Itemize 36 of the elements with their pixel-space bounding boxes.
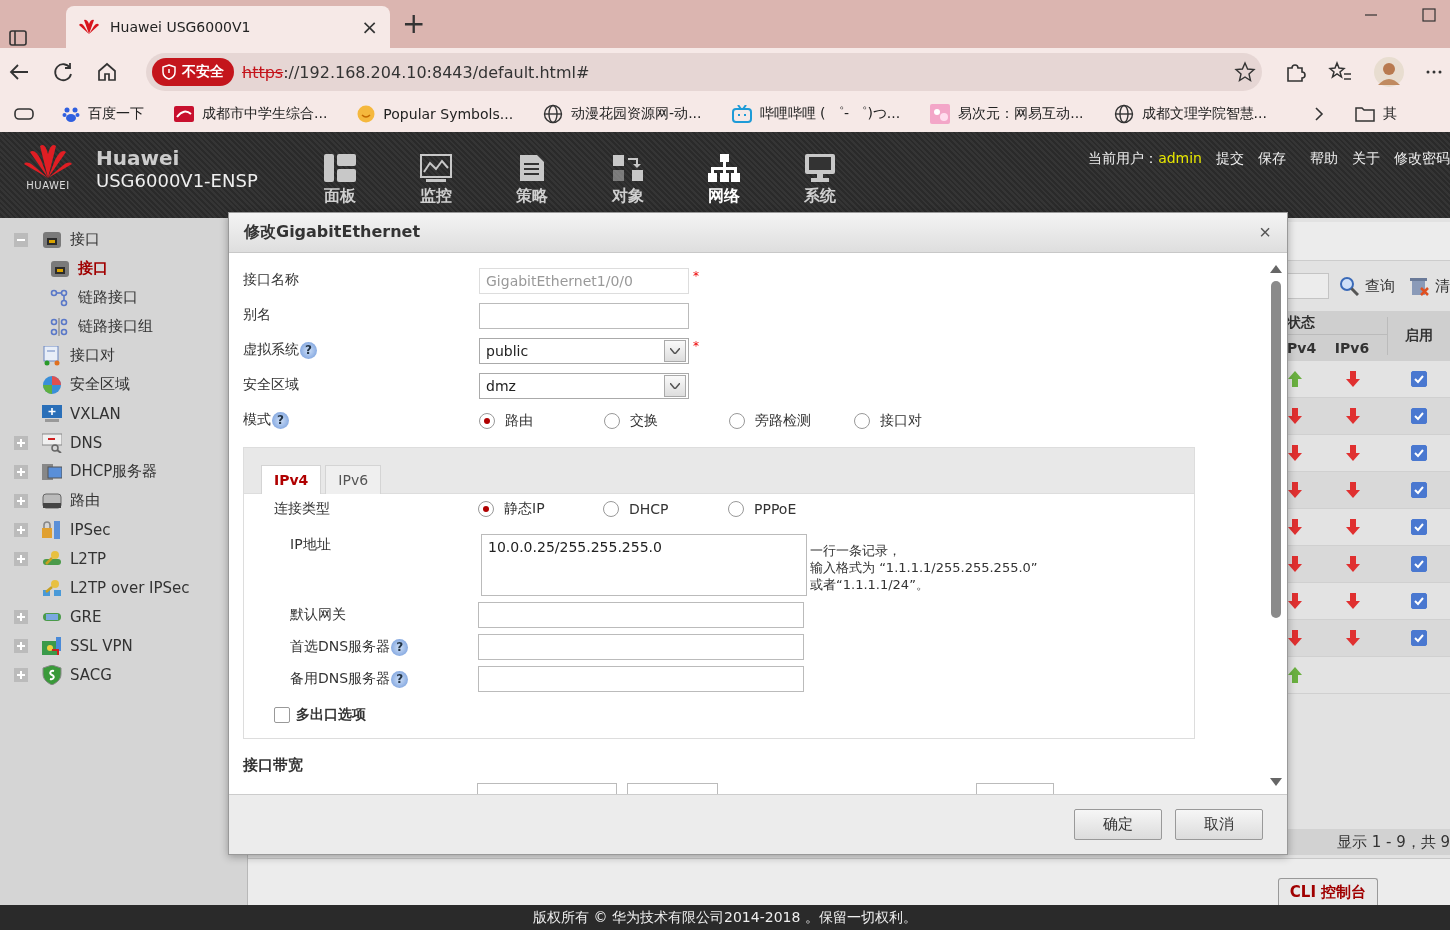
- column-header: 启用: [1387, 317, 1450, 355]
- field-label: 接口名称: [243, 270, 300, 289]
- field-label: 默认网关: [289, 606, 347, 624]
- section-title: 接口带宽: [243, 756, 304, 775]
- hint-text: 或者“1.1.1.1/24”。: [810, 576, 929, 593]
- field-label: 模式 ?: [243, 403, 479, 429]
- column-header: IPv6: [1333, 340, 1371, 356]
- field-label: 别名: [243, 305, 272, 324]
- radio-label: 接口对: [880, 411, 922, 430]
- url-text: https://192.168.204.10:8443/default.html#: [242, 62, 591, 82]
- column-header: Pv4: [1287, 340, 1317, 356]
- radio-label: 路由: [505, 411, 533, 430]
- field-label: IP地址: [289, 535, 332, 554]
- dialog-title: 修改GigabitEthernet: [244, 222, 422, 243]
- logo-text: HUAWEI: [26, 180, 70, 191]
- required-mark: *: [693, 269, 699, 283]
- brand-name: Huawei: [96, 146, 181, 170]
- field-label: 备用DNS服务器 ?: [244, 670, 478, 688]
- copyright-text: 版权所有 © 华为技术有限公司2014-2018 。保留一切权利。: [533, 908, 917, 927]
- hint-text: 一行一条记录，: [810, 542, 901, 559]
- field-label: 虚拟系统 ?: [243, 333, 479, 359]
- tab-title: Huawei USG6000V1: [110, 19, 252, 35]
- security-label: 不安全: [182, 63, 224, 81]
- radio-label: 旁路检测: [755, 411, 811, 430]
- radio-label: DHCP: [629, 501, 669, 517]
- field-label: 安全区域: [243, 375, 300, 394]
- product-name: USG6000V1-ENSP: [96, 170, 259, 191]
- field-label: 首选DNS服务器 ?: [244, 638, 478, 656]
- radio-label: 交换: [630, 411, 658, 430]
- required-mark: *: [693, 339, 699, 353]
- radio-label: 静态IP: [504, 500, 545, 518]
- pager-text: 显示 1 - 9，共 9: [1336, 832, 1450, 852]
- radio-label: PPPoE: [754, 501, 797, 517]
- user-label: 当前用户：admin: [1088, 150, 1202, 168]
- field-label: 连接类型: [273, 499, 331, 518]
- hint-text: 输入格式为 “1.1.1.1/255.255.255.0”: [810, 559, 1038, 576]
